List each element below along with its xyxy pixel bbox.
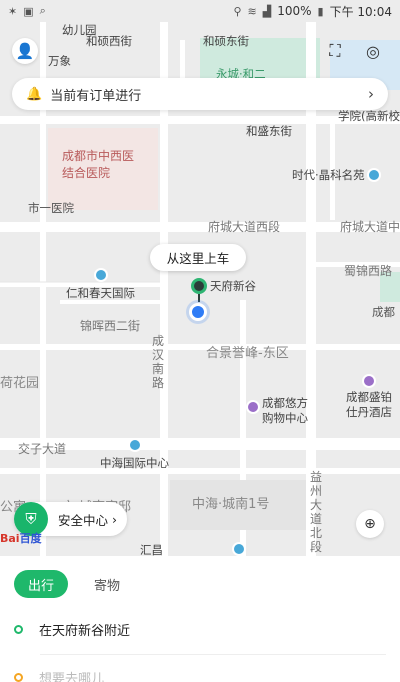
tab-delivery[interactable]: 寄物	[80, 570, 134, 598]
map-label-hepo-west: 和硕西街	[86, 34, 132, 48]
destination-field[interactable]: 想要去哪儿	[14, 668, 104, 682]
destination-dot-icon	[14, 673, 23, 682]
map-label-hejing: 合景誉峰-东区	[206, 346, 289, 361]
current-location-icon	[189, 303, 207, 321]
map-label-jinhui: 锦晖西二街	[80, 319, 141, 333]
map-label-shujin: 蜀锦西路	[344, 264, 393, 278]
poi-icon	[367, 168, 381, 182]
bottom-panel: 出行 寄物 在天府新谷附近 想要去哪儿	[0, 556, 400, 682]
user-avatar[interactable]: 👤	[12, 38, 38, 64]
map-label-yizhou: 益州大道北段	[310, 470, 323, 554]
pickup-callout[interactable]: 从这里上车	[150, 244, 246, 271]
clock: 下午 10:04	[329, 4, 392, 19]
search-icon: ⌕	[39, 4, 46, 17]
baidu-logo: Bai百度	[0, 532, 42, 545]
map-label-shengbo: 成都盛铂 仕丹酒店	[346, 390, 392, 419]
tab-ride[interactable]: 出行	[14, 570, 69, 598]
origin-field[interactable]: 在天府新谷附近	[14, 620, 130, 639]
pickup-place-label: 天府新谷	[210, 279, 256, 293]
map-label-jiaozi: 交子大道	[18, 442, 67, 456]
origin-text: 在天府新谷附近	[39, 624, 131, 639]
origin-dot-icon	[14, 625, 23, 634]
message-icon[interactable]: ◎	[360, 38, 386, 64]
divider	[40, 654, 386, 655]
bell-icon: 🔔	[26, 86, 43, 102]
poi-icon	[246, 400, 260, 414]
map-label-tcm-hospital: 成都市中西医 结合医院	[62, 149, 135, 180]
map-label-wanxiang: 万象	[48, 54, 71, 68]
mode-tabs: 出行 寄物	[14, 570, 134, 598]
wifi-icon: ≋	[247, 4, 257, 18]
poi-icon	[362, 374, 376, 388]
map-label-fucheng-road: 府城大道中	[340, 220, 400, 234]
pickup-pin-stick	[198, 294, 200, 302]
battery-icon: ▮	[317, 4, 324, 18]
signal-icon: ▟	[262, 4, 272, 18]
sparkle-icon: ✶	[8, 4, 18, 18]
map-label-chenghan: 成汉南路	[152, 334, 165, 390]
locate-me-button[interactable]: ⊕	[356, 510, 384, 538]
map-label-yuefang: 成都悠方 购物中心	[262, 396, 308, 425]
order-in-progress-banner[interactable]: 🔔 当前有订单进行 ›	[12, 78, 388, 110]
map-label-zhonghai-intl: 中海国际中心	[100, 456, 169, 470]
map-label-zhonghai-city: 中海·城南1号	[192, 497, 270, 512]
poi-icon	[128, 438, 142, 452]
poi-icon	[94, 268, 108, 282]
pickup-pin-icon	[191, 278, 207, 294]
order-banner-text: 当前有订单进行	[50, 88, 142, 104]
scan-icon[interactable]: ⛶	[322, 38, 348, 64]
map-label-huichang: 汇昌	[140, 543, 163, 556]
battery-level: 100%	[277, 4, 312, 18]
map-label-xuehe: 学院(高新校	[338, 109, 400, 123]
destination-text: 想要去哪儿	[39, 672, 105, 682]
bag-icon: ▣	[23, 4, 34, 18]
map-label-jingke: 时代·晶科名苑	[292, 168, 365, 182]
poi-icon	[232, 542, 246, 556]
safety-center-label: 安全中心	[58, 512, 109, 528]
map-label-no1-hospital: 市一医院	[28, 201, 74, 215]
status-bar: ✶ ▣ ⌕ ⚲ ≋ ▟ 100% ▮ 下午 10:04	[0, 0, 400, 22]
map-label-renhe: 仁和春天国际	[66, 286, 135, 300]
location-icon: ⚲	[233, 4, 242, 18]
map-label-huayuan: 荷花园	[0, 376, 40, 391]
map-label-hepo-east: 和硕东街	[203, 34, 249, 48]
map-label-chengdu: 成都	[372, 305, 395, 319]
map-label-hengrui: 和盛东街	[246, 124, 292, 138]
chevron-right-icon: ›	[368, 85, 374, 103]
map-label-fucheng-west: 府城大道西段	[208, 220, 281, 234]
chevron-right-icon: ›	[112, 511, 118, 527]
